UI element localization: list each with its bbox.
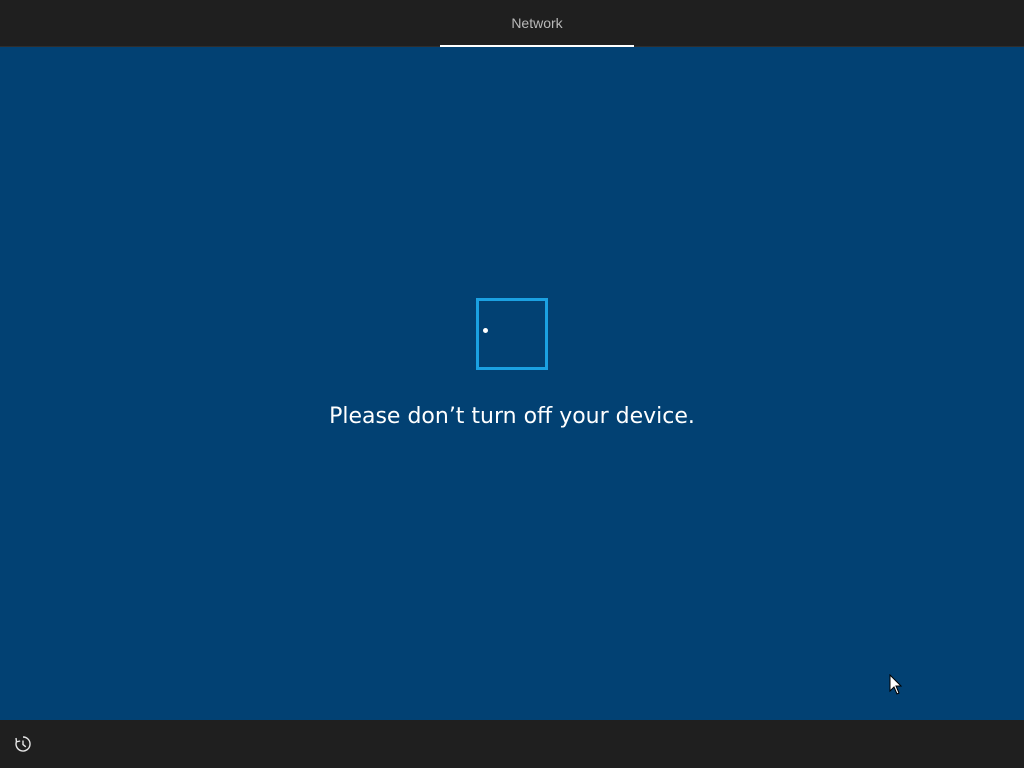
main-content: Please don’t turn off your device. [0,47,1024,720]
status-message: Please don’t turn off your device. [329,404,695,429]
ease-of-access-button[interactable] [12,733,34,755]
progress-spinner [476,298,548,370]
top-progress-bar: Network [0,0,1024,47]
spinner-dot [483,328,488,333]
ease-of-access-icon [15,736,31,752]
step-network: Network [440,0,634,46]
step-network-label: Network [511,15,563,31]
mouse-pointer-icon [889,674,903,695]
oobe-screen: Network Please don’t turn off your devic… [0,0,1024,768]
bottom-bar [0,720,1024,768]
